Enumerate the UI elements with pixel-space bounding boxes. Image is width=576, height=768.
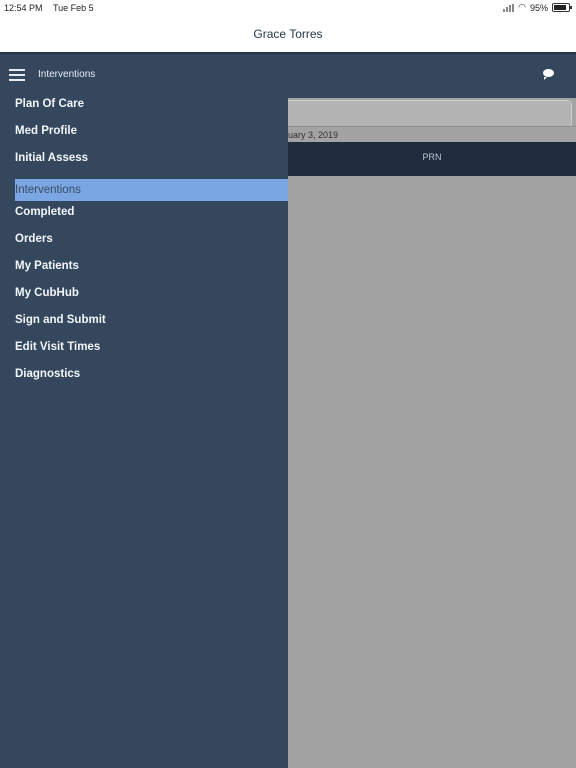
patient-name-title: Grace Torres [253,27,323,41]
status-date: Tue Feb 5 [53,3,94,13]
status-time: 12:54 PM [4,3,43,13]
tab-prn[interactable]: PRN [288,152,576,162]
status-indicators: ◠ 95% [503,2,572,13]
battery-icon [552,3,572,12]
menu-item-orders[interactable]: Orders [15,228,288,250]
menu-item-my-patients[interactable]: My Patients [15,255,288,277]
menu-item-edit-visit-times[interactable]: Edit Visit Times [15,336,288,358]
title-bar: Grace Torres [0,16,576,54]
menu-item-diagnostics[interactable]: Diagnostics [15,363,288,385]
chat-icon[interactable] [543,69,554,80]
menu-item-completed[interactable]: Completed [15,201,288,223]
main-content: ruary 3, 2019 PRN [278,98,576,768]
battery-percent: 95% [529,2,548,13]
date-strip: ruary 3, 2019 [285,126,576,143]
side-drawer: Plan Of Care Med Profile Initial Assess … [0,98,288,768]
menu-item-my-cubhub[interactable]: My CubHub [15,282,288,304]
search-input[interactable] [278,100,572,128]
menu-item-sign-and-submit[interactable]: Sign and Submit [15,309,288,331]
status-bar: 12:54 PM Tue Feb 5 ◠ 95% [0,0,576,16]
nav-title: Interventions [38,69,96,80]
tab-bar: PRN [288,142,576,176]
menu-item-interventions[interactable]: Interventions [15,179,288,201]
menu-item-initial-assess[interactable]: Initial Assess [15,147,288,169]
date-label: ruary 3, 2019 [285,130,339,140]
hamburger-icon[interactable] [9,69,25,81]
menu-item-med-profile[interactable]: Med Profile [15,120,288,142]
nav-bar: Interventions [0,54,576,98]
signal-icon [503,3,515,12]
menu-item-plan-of-care[interactable]: Plan Of Care [15,93,288,115]
wifi-icon: ◠ [518,2,526,12]
screen: 12:54 PM Tue Feb 5 ◠ 95% Grace Torres In… [0,0,576,768]
